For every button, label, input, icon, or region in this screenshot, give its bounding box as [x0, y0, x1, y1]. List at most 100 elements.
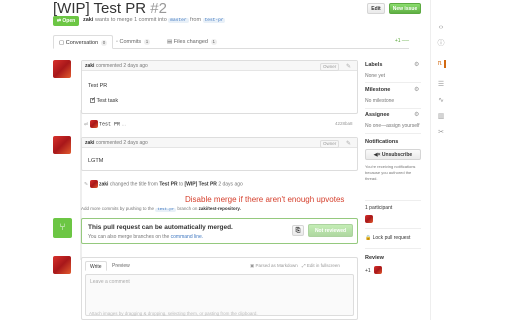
- comment-time[interactable]: commented 2 days ago: [96, 140, 148, 146]
- markdown-hint[interactable]: ▣ Parsed as Markdown: [250, 263, 298, 269]
- base-branch[interactable]: master: [168, 18, 189, 23]
- divider: [365, 133, 421, 134]
- assignee-value[interactable]: No one—assign yourself: [365, 123, 419, 129]
- settings-icon[interactable]: ✂: [436, 128, 446, 136]
- tab-label: Files changed: [173, 39, 208, 45]
- comment-author[interactable]: zaki: [85, 63, 94, 69]
- author-link[interactable]: zaki: [83, 17, 93, 23]
- avatar[interactable]: [53, 60, 71, 78]
- hint-text: branch on: [177, 206, 198, 211]
- owner-badge: Owner: [320, 63, 340, 71]
- tab-commits[interactable]: ◦ Commits 1: [116, 35, 151, 49]
- tab-label: Conversation: [65, 40, 99, 46]
- tab-preview[interactable]: Preview: [108, 261, 134, 271]
- tab-count: 1: [210, 39, 218, 45]
- annotation-text: Disable merge if there aren't enough upv…: [185, 195, 345, 204]
- fullscreen-link[interactable]: ⤢ Edit in fullscreen: [302, 263, 340, 268]
- wiki-icon[interactable]: ☰: [436, 80, 446, 88]
- comment-textarea[interactable]: Leave a comment Attach images by draggin…: [85, 274, 354, 316]
- hint-repo[interactable]: zaki/test-repository.: [199, 206, 241, 211]
- milestone-heading[interactable]: Milestone: [365, 87, 390, 93]
- file-diff-icon: ▤: [167, 39, 173, 45]
- event-author[interactable]: zaki: [99, 181, 108, 187]
- unsubscribe-button[interactable]: ◀× Unsubscribe: [365, 149, 421, 160]
- state-label: Open: [62, 18, 76, 24]
- markdown-icon: ▣: [250, 263, 255, 268]
- commit-message[interactable]: Test PR: [99, 121, 120, 127]
- reviewer-avatar[interactable]: [374, 266, 382, 274]
- gear-icon[interactable]: ⚙: [414, 111, 419, 118]
- avatar[interactable]: [53, 256, 71, 274]
- merge-subtitle: You can also merge branches on the comma…: [88, 234, 203, 240]
- labels-heading[interactable]: Labels: [365, 62, 382, 68]
- owner-badge: Owner: [320, 140, 340, 148]
- merge-title: This pull request can be automatically m…: [88, 224, 233, 231]
- command-line-link[interactable]: command line.: [171, 234, 204, 240]
- event-time[interactable]: 2 days ago: [218, 181, 242, 187]
- comment-header: zaki commented 2 days ago Owner ✎: [82, 61, 357, 71]
- avatar[interactable]: [89, 120, 98, 128]
- pulse-icon[interactable]: ∿: [436, 96, 446, 104]
- task-label: Test task: [96, 98, 119, 104]
- hint-text: Add more commits by pushing to the: [81, 206, 155, 211]
- attach-hint: Attach images by dragging & dropping, se…: [89, 311, 258, 316]
- avatar[interactable]: [53, 136, 71, 154]
- pencil-icon[interactable]: ✎: [346, 139, 351, 149]
- comment-body: Test PR: [88, 83, 108, 89]
- avatar[interactable]: [89, 180, 98, 188]
- head-branch[interactable]: test-pr: [202, 18, 226, 23]
- graph-icon[interactable]: ▥: [436, 112, 446, 120]
- commit-sha[interactable]: 4228ba8: [335, 121, 353, 126]
- task-checkbox[interactable]: ✓: [90, 97, 96, 103]
- page-title: [WIP] Test PR #2: [53, 0, 167, 17]
- pr-number: #2: [150, 0, 167, 17]
- comment-author[interactable]: zaki: [85, 140, 94, 146]
- divider: [365, 200, 421, 201]
- participant-avatar[interactable]: [365, 215, 373, 223]
- fullscreen-icon: ⤢: [302, 263, 306, 268]
- task-item: ✓ Test task: [90, 97, 118, 104]
- gear-icon[interactable]: ⚙: [414, 61, 419, 68]
- divider: [365, 108, 421, 109]
- gear-icon[interactable]: ⚙: [414, 86, 419, 93]
- comment-time[interactable]: commented 2 days ago: [96, 63, 148, 69]
- rename-event: ✎ zaki changed the title from Test PR to…: [84, 180, 243, 188]
- notifications-text-3: thread.: [365, 176, 378, 181]
- pull-request-icon[interactable]: ᥰ: [436, 60, 446, 68]
- assignee-heading[interactable]: Assignee: [365, 112, 389, 118]
- tab-files-changed[interactable]: ▤ Files changed 1: [167, 35, 218, 49]
- divider: [365, 82, 421, 83]
- tab-label: Commits: [119, 39, 142, 45]
- tab-write[interactable]: Write: [85, 261, 107, 271]
- meta-text: wants to merge 1 commit into: [94, 17, 167, 23]
- code-icon[interactable]: ‹›: [436, 24, 446, 31]
- notifications-text-1: You're receiving notifications: [365, 164, 416, 169]
- comment-discussion-icon: ▢: [59, 40, 65, 46]
- hint-branch[interactable]: test-pr: [155, 208, 177, 212]
- ellipsis-icon[interactable]: …: [121, 121, 126, 127]
- lock-link[interactable]: 🔒 Lock pull request: [365, 235, 410, 241]
- merge-box: This pull request can be automatically m…: [81, 218, 358, 244]
- clipboard-icon[interactable]: ⎘: [292, 225, 304, 236]
- tab-conversation[interactable]: ▢ Conversation 0: [53, 35, 114, 49]
- event-text: to: [178, 181, 184, 188]
- new-issue-button[interactable]: New issue: [389, 3, 421, 14]
- comment-body: LGTM: [88, 158, 104, 164]
- divider: [365, 228, 421, 229]
- pencil-icon[interactable]: ✎: [346, 62, 351, 72]
- unsubscribe-label: Unsubscribe: [381, 152, 413, 158]
- merge-button[interactable]: Not reviewed: [308, 224, 353, 237]
- git-commit-icon: ⇌: [84, 121, 89, 128]
- push-hint: Add more commits by pushing to the test-…: [81, 206, 241, 212]
- milestone-value: No milestone: [365, 98, 395, 104]
- diffstat: +1 ──: [394, 38, 409, 44]
- lock-label: Lock pull request: [372, 235, 411, 241]
- tab-count: 1: [143, 39, 151, 45]
- old-title: Test PR: [159, 181, 178, 188]
- edit-button[interactable]: Edit: [367, 3, 385, 14]
- pr-meta: zaki wants to merge 1 commit into master…: [83, 17, 226, 23]
- git-commit-icon: ◦: [116, 39, 118, 45]
- pr-tabs: ▢ Conversation 0 ◦ Commits 1 ▤ Files cha…: [53, 35, 409, 49]
- issue-icon[interactable]: ⓘ: [436, 38, 446, 48]
- fullscreen-text: Edit in fullscreen: [306, 263, 340, 268]
